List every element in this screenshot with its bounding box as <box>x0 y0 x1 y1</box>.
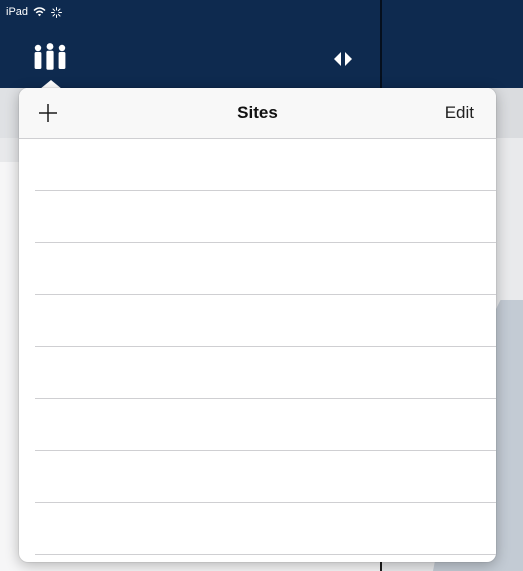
activity-spinner-icon <box>51 6 63 18</box>
ipad-screen: iPad Sites Edit <box>0 0 523 571</box>
list-item[interactable] <box>19 139 496 191</box>
status-bar: iPad <box>6 5 63 19</box>
list-item[interactable] <box>19 503 496 555</box>
device-label: iPad <box>6 6 29 18</box>
popover-nav-bar: Sites Edit <box>19 88 496 139</box>
people-icon[interactable] <box>33 42 67 72</box>
edit-button[interactable]: Edit <box>445 103 474 123</box>
split-view-toggle-icon[interactable] <box>332 51 354 67</box>
list-item[interactable] <box>19 399 496 451</box>
list-item[interactable] <box>19 451 496 503</box>
wifi-icon <box>33 7 46 17</box>
site-list <box>19 139 496 562</box>
list-item[interactable] <box>19 347 496 399</box>
app-toolbar <box>0 0 523 88</box>
toolbar-divider <box>380 0 382 88</box>
list-item[interactable] <box>19 191 496 243</box>
list-item[interactable] <box>19 243 496 295</box>
list-item[interactable] <box>19 295 496 347</box>
popover-title: Sites <box>237 103 278 122</box>
sites-popover: Sites Edit <box>19 88 496 562</box>
